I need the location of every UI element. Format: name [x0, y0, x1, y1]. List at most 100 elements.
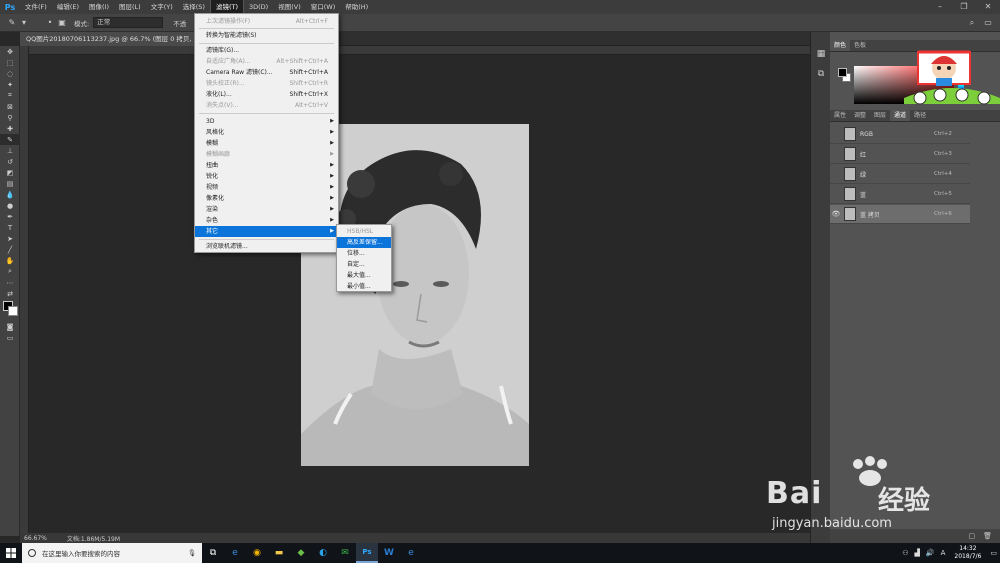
menu-help[interactable]: 帮助(H) [340, 0, 373, 14]
panel-foreground-swatch[interactable] [838, 68, 847, 77]
type-tool-icon[interactable]: T [0, 222, 20, 233]
edge-icon[interactable]: e [224, 543, 246, 563]
channel-row-blue[interactable]: 蓝 Ctrl+5 [830, 185, 970, 204]
lasso-tool-icon[interactable]: ◌ [0, 68, 20, 79]
menu-3d[interactable]: 3D(D) [244, 0, 273, 14]
submenu-item-offset[interactable]: 位移... [337, 248, 391, 259]
minimize-icon[interactable]: – [928, 0, 952, 14]
shape-tool-icon[interactable]: ╱ [0, 244, 20, 255]
move-tool-icon[interactable]: ✥ [0, 46, 20, 57]
crop-tool-icon[interactable]: ⌗ [0, 90, 20, 101]
marquee-tool-icon[interactable]: ⬚ [0, 57, 20, 68]
channel-row-rgb[interactable]: RGB Ctrl+2 [830, 125, 970, 144]
app-icon[interactable]: ◆ [290, 543, 312, 563]
screen-mode-icon[interactable]: ▭ [0, 332, 20, 343]
eyedropper-tool-icon[interactable]: ⚲ [0, 112, 20, 123]
menu-item-lens-correction[interactable]: 镜头校正(R)... Shift+Ctrl+R [195, 78, 338, 89]
quick-mask-icon[interactable]: ◙ [0, 321, 20, 332]
menu-item-filter-gallery[interactable]: 滤镜库(G)... [195, 45, 338, 56]
menu-type[interactable]: 文字(Y) [146, 0, 178, 14]
menu-item-3d[interactable]: 3D ▶ [195, 116, 338, 127]
notification-icon[interactable]: ▭ [990, 549, 997, 557]
wechat-icon[interactable]: ✉ [334, 543, 356, 563]
channel-row-green[interactable]: 绿 Ctrl+4 [830, 165, 970, 184]
mode-select[interactable]: 正常 [93, 17, 164, 28]
people-icon[interactable]: ⚇ [902, 549, 908, 557]
microphone-icon[interactable]: 🎙 [188, 549, 196, 557]
history-panel-icon[interactable]: ▦ [811, 44, 831, 64]
menu-item-last-filter[interactable]: 上次滤镜操作(F) Alt+Ctrl+F [195, 16, 338, 27]
browser-icon[interactable]: ◐ [312, 543, 334, 563]
ime-indicator[interactable]: A [941, 549, 946, 557]
menu-layer[interactable]: 图层(L) [114, 0, 146, 14]
menu-window[interactable]: 窗口(W) [306, 0, 341, 14]
chrome-icon[interactable]: ◉ [246, 543, 268, 563]
menu-select[interactable]: 选择(S) [178, 0, 210, 14]
zoom-level[interactable]: 66.67% [24, 535, 47, 542]
menu-item-blur-gallery[interactable]: 模糊画廊 ▶ [195, 149, 338, 160]
pen-tool-icon[interactable]: ✒ [0, 211, 20, 222]
task-view-icon[interactable]: ⧉ [202, 543, 224, 563]
submenu-item-custom[interactable]: 自定... [337, 259, 391, 270]
ie-icon[interactable]: e [400, 543, 422, 563]
channel-row-blue-copy[interactable]: 👁 蓝 拷贝 Ctrl+6 [830, 205, 970, 224]
submenu-item-high-pass[interactable]: 高反差保留... [337, 237, 391, 248]
menu-item-pixelate[interactable]: 像素化 ▶ [195, 193, 338, 204]
chevron-down-icon[interactable]: ▾ [18, 17, 30, 29]
menu-item-noise[interactable]: 杂色 ▶ [195, 215, 338, 226]
submenu-item-hsb-hsl[interactable]: HSB/HSL [337, 226, 391, 237]
menu-item-other[interactable]: 其它 ▶ [195, 226, 338, 237]
menu-edit[interactable]: 编辑(E) [52, 0, 84, 14]
stamp-tool-icon[interactable]: ⊥ [0, 145, 20, 156]
menu-item-video[interactable]: 视频 ▶ [195, 182, 338, 193]
menu-item-blur[interactable]: 模糊 ▶ [195, 138, 338, 149]
menu-item-render[interactable]: 渲染 ▶ [195, 204, 338, 215]
channel-row-red[interactable]: 红 Ctrl+3 [830, 145, 970, 164]
more-tools-icon[interactable]: ⋯ [0, 277, 20, 288]
path-select-tool-icon[interactable]: ➤ [0, 233, 20, 244]
menu-view[interactable]: 视图(V) [273, 0, 306, 14]
dodge-tool-icon[interactable]: ● [0, 200, 20, 211]
menu-item-smart-filter[interactable]: 转换为智能滤镜(S) [195, 30, 338, 41]
background-color[interactable] [8, 306, 18, 316]
volume-icon[interactable]: 🔊 [926, 549, 935, 557]
brush-panel-icon[interactable]: ▣ [56, 17, 68, 29]
menu-item-browse-online[interactable]: 浏览联机滤镜... [195, 241, 338, 252]
blur-tool-icon[interactable]: 💧 [0, 189, 20, 200]
history-brush-tool-icon[interactable]: ↺ [0, 156, 20, 167]
frame-tool-icon[interactable]: ⊠ [0, 101, 20, 112]
menu-item-stylize[interactable]: 风格化 ▶ [195, 127, 338, 138]
document-info[interactable]: 文档:1.86M/5.19M [67, 534, 120, 543]
eye-icon[interactable]: 👁 [830, 210, 842, 218]
properties-panel-icon[interactable]: ⧉ [811, 64, 831, 84]
healing-tool-icon[interactable]: ✚ [0, 123, 20, 134]
quick-select-tool-icon[interactable]: ✦ [0, 79, 20, 90]
brush-preset-icon[interactable]: ✎ [6, 17, 18, 29]
menu-image[interactable]: 图像(I) [84, 0, 114, 14]
close-icon[interactable]: ✕ [976, 0, 1000, 14]
search-icon[interactable]: ⌕ [966, 17, 978, 29]
color-swatches[interactable] [0, 299, 19, 321]
network-icon[interactable]: ▟ [915, 549, 920, 557]
hand-tool-icon[interactable]: ✋ [0, 255, 20, 266]
menu-item-camera-raw[interactable]: Camera Raw 滤镜(C)... Shift+Ctrl+A [195, 67, 338, 78]
brush-tool-icon[interactable]: ✎ [0, 134, 20, 145]
menu-item-adaptive-wide-angle[interactable]: 自适应广角(A)... Alt+Shift+Ctrl+A [195, 56, 338, 67]
start-button[interactable] [0, 543, 22, 563]
workspace-icon[interactable]: ▭ [982, 17, 994, 29]
menu-item-liquify[interactable]: 液化(L)... Shift+Ctrl+X [195, 89, 338, 100]
maximize-icon[interactable]: ❐ [952, 0, 976, 14]
file-explorer-icon[interactable]: ▬ [268, 543, 290, 563]
menu-item-vanishing-point[interactable]: 消失点(V)... Alt+Ctrl+V [195, 100, 338, 111]
menu-item-distort[interactable]: 扭曲 ▶ [195, 160, 338, 171]
photoshop-taskbar-icon[interactable]: Ps [356, 543, 378, 563]
menu-file[interactable]: 文件(F) [20, 0, 52, 14]
menu-item-sharpen[interactable]: 锐化 ▶ [195, 171, 338, 182]
swap-colors-icon[interactable]: ⇄ [0, 288, 20, 299]
clock[interactable]: 14:32 2018/7/6 [954, 545, 981, 561]
zoom-tool-icon[interactable]: ⌕ [0, 266, 20, 277]
brush-size-icon[interactable]: • [44, 17, 56, 29]
document-tab[interactable]: QQ图片20180706113237.jpg @ 66.7% (图层 0 拷贝,… [20, 32, 222, 46]
gradient-tool-icon[interactable]: ▤ [0, 178, 20, 189]
eraser-tool-icon[interactable]: ◩ [0, 167, 20, 178]
